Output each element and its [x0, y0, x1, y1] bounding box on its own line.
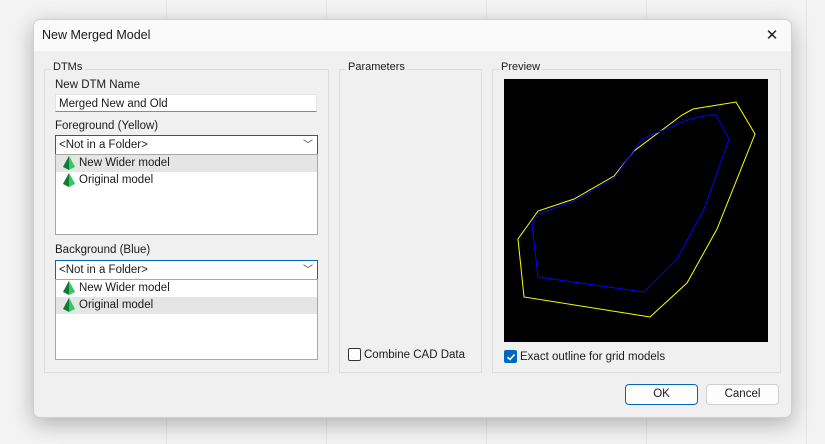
chevron-down-icon: ﹀	[303, 265, 313, 276]
cancel-button[interactable]: Cancel	[706, 384, 779, 405]
combine-cad-data-checkbox[interactable]: Combine CAD Data	[348, 348, 465, 361]
title-bar: New Merged Model ✕	[34, 20, 791, 51]
background-model-list[interactable]: New Wider model Original model	[55, 279, 318, 360]
combine-cad-label: Combine CAD Data	[364, 348, 465, 361]
background-item-original[interactable]: Original model	[56, 297, 317, 314]
background-item-new-wider[interactable]: New Wider model	[56, 280, 317, 297]
dialog-title: New Merged Model	[42, 28, 151, 42]
foreground-item-label: New Wider model	[79, 157, 170, 169]
background-item-label: New Wider model	[79, 282, 170, 294]
checkmark-icon	[506, 353, 515, 361]
combine-cad-checkbox-box[interactable]	[348, 348, 361, 361]
foreground-outline	[517, 101, 756, 318]
foreground-item-original[interactable]: Original model	[56, 172, 317, 189]
background-folder-value: <Not in a Folder>	[59, 264, 148, 276]
foreground-model-list[interactable]: New Wider model Original model	[55, 154, 318, 235]
background-item-label: Original model	[79, 299, 154, 311]
dtm-model-icon	[63, 156, 75, 170]
dtm-model-icon	[63, 298, 75, 312]
foreground-label: Foreground (Yellow)	[55, 120, 159, 132]
ok-button[interactable]: OK	[625, 384, 698, 405]
parameters-group-label: Parameters	[346, 61, 407, 73]
exact-outline-checkbox-box[interactable]	[504, 350, 517, 363]
chevron-down-icon: ﹀	[303, 140, 313, 151]
new-dtm-name-label: New DTM Name	[55, 79, 140, 91]
close-icon[interactable]: ✕	[753, 20, 791, 51]
dtm-model-icon	[63, 281, 75, 295]
exact-outline-checkbox[interactable]: Exact outline for grid models	[504, 350, 665, 363]
background-folder-select[interactable]: <Not in a Folder> ﹀	[55, 260, 318, 280]
new-merged-model-dialog: New Merged Model ✕ DTMs New DTM Name Mer…	[33, 19, 792, 418]
parameters-group: Parameters	[339, 61, 482, 373]
foreground-item-new-wider[interactable]: New Wider model	[56, 155, 317, 172]
dtm-model-icon	[63, 173, 75, 187]
preview-canvas	[504, 79, 768, 342]
preview-group-label: Preview	[499, 61, 543, 73]
new-dtm-name-input[interactable]: Merged New and Old	[55, 94, 317, 112]
background-label: Background (Blue)	[55, 244, 151, 256]
dtms-group-label: DTMs	[51, 61, 85, 73]
foreground-folder-value: <Not in a Folder>	[59, 139, 148, 151]
foreground-item-label: Original model	[79, 174, 154, 186]
preview-outlines	[517, 101, 756, 318]
exact-outline-label: Exact outline for grid models	[520, 350, 666, 363]
foreground-folder-select[interactable]: <Not in a Folder> ﹀	[55, 135, 318, 155]
